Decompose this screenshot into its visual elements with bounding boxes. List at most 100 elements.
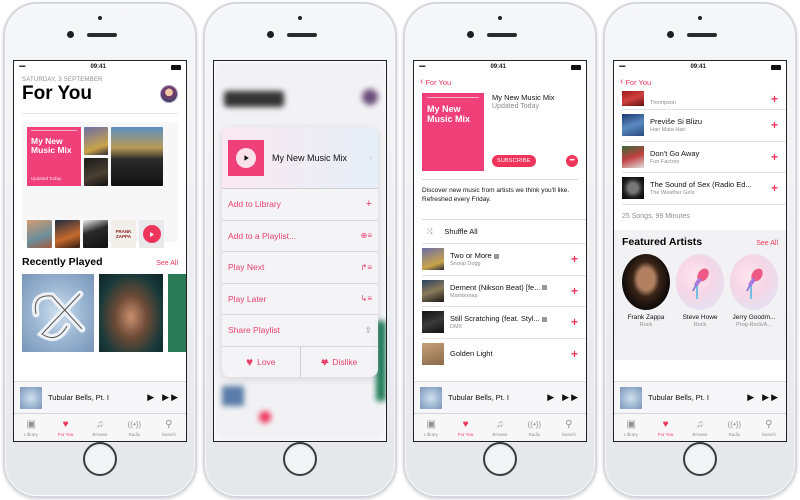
tab-radio[interactable]: ((•)) Radio — [719, 419, 749, 437]
menu-item-add-to-playlist[interactable]: Add to a Playlist... ⊕≡ — [222, 221, 378, 252]
tab-bar: ▣ Library ♥ For You ♫ Browse ((•)) Radio ⚲ Se… — [614, 413, 786, 441]
playlist-info: My New Music Mix Updated Today SUBSCRIBE… — [492, 93, 578, 175]
song-row[interactable]: Previše Si Blizu Hari Mata Hari + — [622, 109, 786, 141]
mix-cover[interactable]: My New Music Mix Updated Today — [27, 127, 81, 186]
add-song-button[interactable]: + — [571, 315, 578, 329]
dislike-button[interactable]: ♥ Dislike — [301, 347, 379, 377]
tab-for-you[interactable]: ♥ For You — [451, 419, 481, 437]
subscribe-button[interactable]: SUBSCRIBE — [492, 155, 536, 167]
see-all-link[interactable]: See All — [756, 240, 778, 247]
tab-for-you[interactable]: ♥ For You — [51, 419, 81, 437]
menu-item-play-later[interactable]: Play Later ↳≡ — [222, 284, 378, 315]
artist-card[interactable]: Steve Howe Rock — [676, 253, 724, 328]
playlist-header: My New Music Mix My New Music Mix Update… — [414, 87, 586, 175]
album-art — [55, 220, 80, 248]
add-song-button[interactable]: + — [571, 284, 578, 298]
tab-label: Radio — [528, 431, 541, 437]
proximity-sensor — [298, 16, 302, 20]
add-song-button[interactable]: + — [771, 118, 778, 132]
tab-search[interactable]: ⚲ Search — [154, 419, 184, 437]
tab-browse[interactable]: ♫ Browse — [85, 419, 115, 437]
home-button[interactable] — [283, 442, 317, 476]
add-song-button[interactable]: + — [771, 181, 778, 195]
song-row[interactable]: Dement (Nikson Beat) [fe... Mambonap + — [422, 274, 586, 307]
song-artist: DMX — [450, 324, 463, 331]
next-button[interactable]: ▶▶ — [162, 392, 180, 403]
play-mix-button[interactable] — [139, 220, 164, 248]
love-dislike-bar: ♥ Love ♥ Dislike — [222, 346, 379, 377]
menu-item-share-playlist[interactable]: Share Playlist ⇪ — [222, 315, 378, 347]
song-artist: Fun Factory — [650, 158, 680, 165]
add-song-button[interactable]: + — [771, 150, 778, 164]
mini-player[interactable]: Tubular Bells, Pt. I ▶ ▶▶ — [614, 381, 786, 413]
share-icon: ⇪ — [364, 324, 372, 335]
next-button[interactable]: ▶▶ — [762, 392, 780, 403]
add-song-button[interactable]: + — [571, 347, 578, 361]
play-button[interactable]: ▶ — [547, 392, 556, 403]
song-artist: Snoop Dogg — [450, 261, 481, 268]
song-row[interactable]: Don't Go Away Fun Factory + — [622, 140, 786, 173]
song-row[interactable]: Thompson + — [622, 91, 786, 109]
menu-item-add-to-library[interactable]: Add to Library + — [222, 189, 378, 221]
add-song-button[interactable]: + — [571, 252, 578, 266]
artist-card[interactable]: Jerry Goodm... Prog-Rock/A... — [730, 253, 778, 328]
mini-player[interactable]: Tubular Bells, Pt. I ▶ ▶▶ — [414, 381, 586, 413]
tab-radio[interactable]: ((•)) Radio — [119, 419, 149, 437]
popup-header[interactable]: My New Music Mix › — [222, 127, 378, 189]
radio-icon: ((•)) — [727, 420, 742, 429]
home-button[interactable] — [83, 442, 117, 476]
tab-browse[interactable]: ♫ Browse — [685, 419, 715, 437]
menu-item-label: Play Next — [228, 262, 265, 273]
see-all-link[interactable]: See All — [156, 260, 178, 267]
album-cover[interactable] — [168, 274, 186, 352]
phone-playlist: ••••• 09:41 ‹ For You My New Music Mix My… — [403, 2, 597, 498]
shuffle-all-button[interactable]: ⤨ Shuffle All — [422, 219, 586, 243]
song-row[interactable]: Two or More Snoop Dogg + — [422, 243, 586, 275]
more-button[interactable]: ••• — [566, 155, 578, 167]
tab-label: For You — [457, 431, 474, 437]
album-art — [27, 220, 52, 248]
song-row[interactable]: Golden Light + — [422, 337, 586, 370]
avatar[interactable] — [160, 85, 178, 103]
home-button[interactable] — [483, 442, 517, 476]
tab-label: Library — [424, 431, 439, 437]
menu-item-label: Play Later — [228, 293, 267, 304]
menu-item-play-next[interactable]: Play Next ↱≡ — [222, 252, 378, 284]
song-row[interactable]: The Sound of Sex (Radio Ed... The Weather… — [622, 172, 786, 204]
song-artwork — [622, 145, 644, 168]
tab-search[interactable]: ⚲ Search — [754, 419, 784, 437]
song-row[interactable]: Still Scratching (feat. Styl... DMX + — [422, 306, 586, 338]
album-tubular-bells[interactable] — [22, 274, 94, 352]
song-title: Dement (Nikson Beat) [fe... — [450, 282, 541, 292]
add-song-button[interactable]: + — [771, 92, 778, 106]
chevron-left-icon: ‹ — [420, 76, 424, 87]
new-music-mix-card[interactable]: My New Music Mix Updated Today FRANK ZAP… — [22, 122, 178, 248]
search-icon: ⚲ — [765, 419, 773, 430]
back-button[interactable]: ‹ For You — [614, 73, 786, 91]
back-button[interactable]: ‹ For You — [414, 73, 586, 87]
music-note-icon: ♫ — [496, 419, 504, 430]
artist-genre: Rock — [693, 321, 707, 328]
tab-library[interactable]: ▣ Library — [616, 419, 646, 437]
tab-radio[interactable]: ((•)) Radio — [519, 419, 549, 437]
play-icon[interactable] — [236, 147, 256, 168]
home-button[interactable] — [683, 442, 717, 476]
menu-item-label: Add to Library — [228, 199, 281, 210]
tab-for-you[interactable]: ♥ For You — [651, 419, 681, 437]
tab-label: Library — [24, 431, 39, 437]
play-button[interactable]: ▶ — [147, 392, 156, 403]
phone-quick-actions: My New Music Mix › Add to Library + Add t… — [203, 2, 397, 498]
tab-label: Browse — [692, 431, 708, 437]
tab-library[interactable]: ▣ Library — [416, 419, 446, 437]
tab-library[interactable]: ▣ Library — [16, 419, 46, 437]
next-button[interactable]: ▶▶ — [562, 392, 580, 403]
play-button[interactable]: ▶ — [747, 392, 756, 403]
tab-browse[interactable]: ♫ Browse — [485, 419, 515, 437]
artist-name: Steve Howe — [682, 313, 718, 321]
mini-player[interactable]: Tubular Bells, Pt. I ▶ ▶▶ — [14, 381, 186, 413]
album-cover[interactable] — [99, 274, 164, 352]
artist-card[interactable]: Frank Zappa Rock — [622, 253, 670, 328]
love-button[interactable]: ♥ Love — [222, 346, 301, 377]
date-label: SATURDAY, 3 SEPTEMBER — [22, 77, 103, 83]
tab-search[interactable]: ⚲ Search — [554, 419, 584, 437]
